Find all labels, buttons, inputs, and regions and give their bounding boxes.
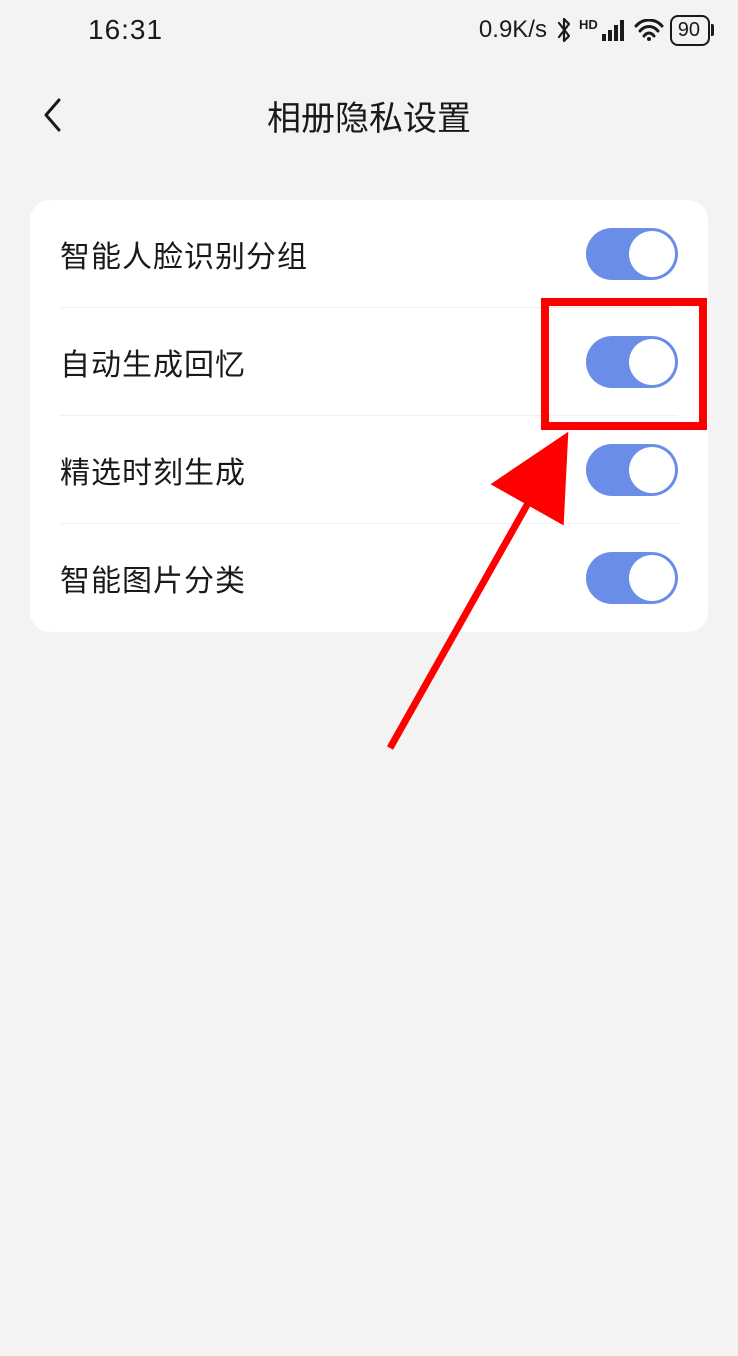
chevron-left-icon — [41, 96, 63, 134]
toggle-knob — [629, 339, 675, 385]
toggle-knob — [629, 555, 675, 601]
toggle-face-grouping[interactable] — [586, 228, 678, 280]
setting-label: 智能人脸识别分组 — [60, 232, 308, 276]
wifi-icon — [634, 19, 664, 41]
hd-label: HD — [579, 17, 598, 32]
navigation-bar: 相册隐私设置 — [0, 60, 738, 170]
toggle-smart-categorize[interactable] — [586, 552, 678, 604]
network-speed: 0.9K/s — [479, 16, 547, 44]
setting-row-auto-memories[interactable]: 自动生成回忆 — [60, 308, 678, 416]
toggle-knob — [629, 231, 675, 277]
bluetooth-icon — [555, 16, 573, 44]
battery-indicator: 90 — [670, 15, 710, 46]
setting-row-featured-moments[interactable]: 精选时刻生成 — [60, 416, 678, 524]
status-time: 16:31 — [28, 14, 163, 46]
battery-level: 90 — [678, 19, 700, 42]
setting-label: 精选时刻生成 — [60, 448, 246, 492]
settings-card: 智能人脸识别分组 自动生成回忆 精选时刻生成 智能图片分类 — [30, 200, 708, 632]
status-bar: 16:31 0.9K/s HD 90 — [0, 0, 738, 60]
setting-row-face-grouping[interactable]: 智能人脸识别分组 — [60, 200, 678, 308]
toggle-auto-memories[interactable] — [586, 336, 678, 388]
back-button[interactable] — [30, 93, 74, 137]
setting-label: 智能图片分类 — [60, 556, 246, 600]
setting-row-smart-categorize[interactable]: 智能图片分类 — [60, 524, 678, 632]
status-icons: 0.9K/s HD 90 — [479, 15, 710, 46]
setting-label: 自动生成回忆 — [60, 340, 246, 384]
signal-icon — [602, 19, 628, 41]
toggle-featured-moments[interactable] — [586, 444, 678, 496]
page-title: 相册隐私设置 — [0, 91, 738, 140]
toggle-knob — [629, 447, 675, 493]
